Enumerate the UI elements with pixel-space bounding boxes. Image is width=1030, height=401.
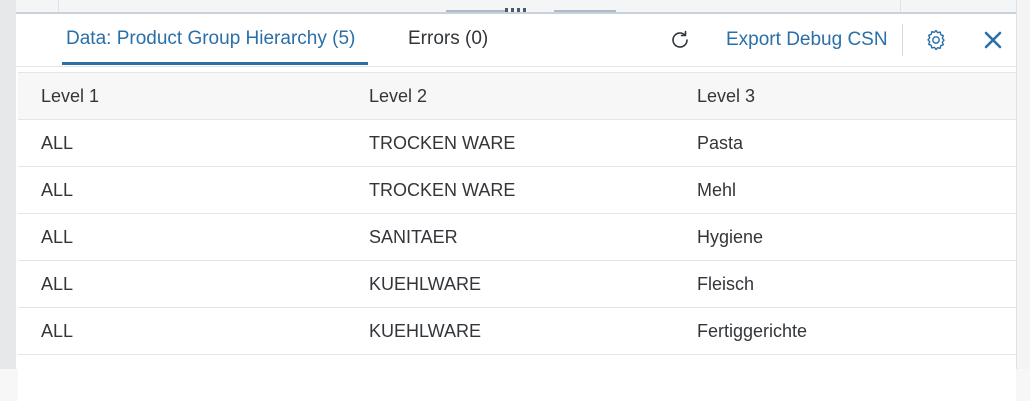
table-cell: KUEHLWARE (369, 321, 482, 341)
table-cell: TROCKEN WARE (369, 133, 516, 153)
active-tab-indicator (62, 62, 368, 65)
table-cell: ALL (41, 321, 74, 341)
close-button[interactable] (977, 24, 1009, 56)
data-preview-panel: Data: Product Group Hierarchy (5) Errors… (16, 14, 1030, 401)
close-icon (984, 31, 1002, 49)
table-cell: Pasta (697, 133, 744, 153)
table-cell: Hygiene (697, 227, 764, 247)
resize-handle[interactable] (497, 6, 533, 12)
table-header-row: Level 1 Level 2 Level 3 (18, 73, 1016, 120)
gear-icon (927, 29, 945, 51)
table-cell: TROCKEN WARE (369, 180, 516, 200)
table-row[interactable]: ALL SANITAER Hygiene (18, 214, 1016, 261)
hierarchy-table: Level 1 Level 2 Level 3 ALL TROCKEN WARE… (18, 72, 1016, 401)
export-debug-csn-button[interactable]: Export Debug CSN (726, 14, 888, 66)
app-frame: Data: Product Group Hierarchy (5) Errors… (0, 0, 1030, 401)
table-cell: SANITAER (369, 227, 458, 247)
table-cell: ALL (41, 133, 74, 153)
table-row[interactable]: ALL KUEHLWARE Fertiggerichte (18, 308, 1016, 355)
refresh-button[interactable] (664, 24, 696, 56)
toolbar-separator (902, 24, 903, 56)
table-row-empty (18, 355, 1016, 401)
right-edge (1016, 0, 1030, 369)
tab-data-product-group-hierarchy[interactable]: Data: Product Group Hierarchy (5) (66, 14, 355, 66)
refresh-icon (672, 30, 688, 48)
panel-toolbar: Data: Product Group Hierarchy (5) Errors… (16, 14, 1016, 67)
table-row[interactable]: ALL TROCKEN WARE Pasta (18, 120, 1016, 167)
table-cell: Fertiggerichte (697, 321, 808, 341)
column-header-level-3[interactable]: Level 3 (697, 73, 1007, 119)
table-cell: Mehl (697, 180, 737, 200)
tab-errors[interactable]: Errors (0) (408, 14, 488, 66)
column-header-level-1[interactable]: Level 1 (41, 73, 351, 119)
table-row[interactable]: ALL KUEHLWARE Fleisch (18, 261, 1016, 308)
table-cell: ALL (41, 274, 74, 294)
table-cell: Fleisch (697, 274, 755, 294)
table-row[interactable]: ALL TROCKEN WARE Mehl (18, 167, 1016, 214)
table-cell: ALL (41, 180, 74, 200)
column-header-level-2[interactable]: Level 2 (369, 73, 679, 119)
settings-button[interactable] (920, 24, 952, 56)
table-cell: KUEHLWARE (369, 274, 482, 294)
table-cell: ALL (41, 227, 74, 247)
